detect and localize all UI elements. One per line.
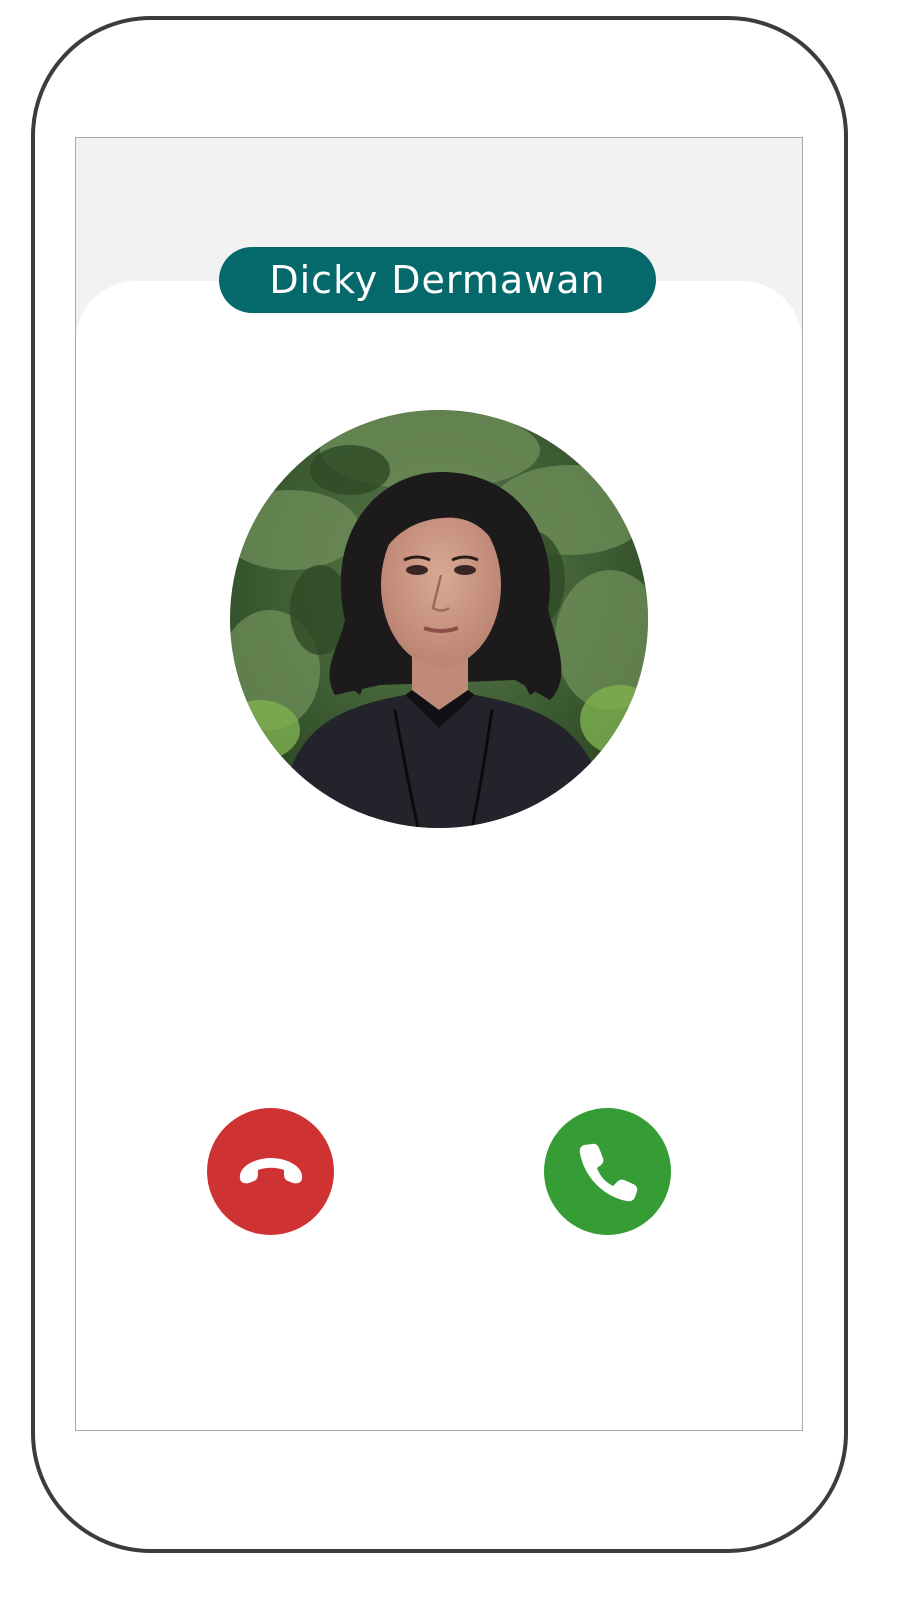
accept-call-button[interactable] <box>544 1108 671 1235</box>
decline-call-button[interactable] <box>207 1108 334 1235</box>
caller-name: Dicky Dermawan <box>269 258 606 302</box>
caller-name-badge: Dicky Dermawan <box>219 247 656 313</box>
caller-avatar <box>230 410 648 828</box>
phone-hangup-icon <box>239 1157 302 1183</box>
phone-icon <box>579 1143 637 1201</box>
